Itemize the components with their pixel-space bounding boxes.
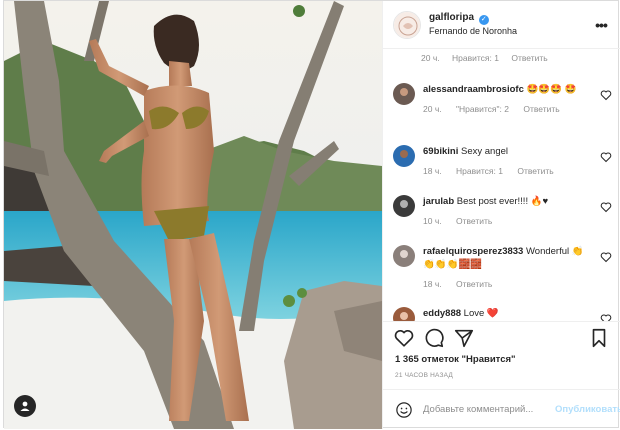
post-photo[interactable] <box>4 1 382 429</box>
comment-text: 🤩🤩🤩 🤩 <box>526 84 577 95</box>
bookmark-icon[interactable] <box>588 327 610 349</box>
post-side-panel: galfloripa ✓ Fernando de Noronha ••• 20 … <box>382 1 620 429</box>
comment-input[interactable] <box>423 404 555 415</box>
share-icon[interactable] <box>453 327 475 349</box>
post-comment-button[interactable]: Опубликовать <box>555 404 620 415</box>
commenter-avatar[interactable] <box>393 307 415 321</box>
previous-comment-meta: 20 ч. Нравится: 1 Ответить <box>421 53 558 63</box>
comment-item: rafaelquirosperez3833 Wonderful 👏👏👏👏🧱🧱 1… <box>393 245 612 291</box>
comment-time: 20 ч. <box>421 53 440 63</box>
post-location[interactable]: Fernando de Noronha <box>429 25 592 38</box>
comment-body: rafaelquirosperez3833 Wonderful 👏👏👏👏🧱🧱 1… <box>423 245 594 291</box>
comment-item: eddy888 Love ❤️ <box>393 307 612 321</box>
reply-button[interactable]: Ответить <box>456 216 492 226</box>
user-tag-button[interactable] <box>14 395 36 417</box>
post-dialog: galfloripa ✓ Fernando de Noronha ••• 20 … <box>3 0 620 429</box>
comment-item: jarulab Best post ever!!!! 🔥♥ 10 ч. Отве… <box>393 195 612 228</box>
comment-time: 18 ч. <box>423 166 442 176</box>
comment-likes-link[interactable]: "Нравится": 2 <box>456 104 509 114</box>
comment-heart-icon[interactable] <box>600 251 612 263</box>
smiley-icon[interactable] <box>395 401 413 419</box>
commenter-username[interactable]: rafaelquirosperez3833 <box>423 246 523 257</box>
avatar-image <box>394 11 420 38</box>
avatar-image <box>393 307 415 321</box>
comment-item: 69bikini Sexy angel 18 ч. Нравится: 1 От… <box>393 145 612 178</box>
author-avatar[interactable] <box>393 10 421 39</box>
comment-item: alessandraambrosiofc 🤩🤩🤩 🤩 20 ч. "Нравит… <box>393 83 612 116</box>
header-text: galfloripa ✓ Fernando de Noronha <box>429 11 592 38</box>
comment-heart-icon[interactable] <box>600 151 612 163</box>
comments-list[interactable]: 20 ч. Нравится: 1 Ответить alessandraamb… <box>383 49 620 321</box>
verified-badge-icon: ✓ <box>478 15 489 25</box>
avatar-image <box>393 83 415 105</box>
comment-heart-icon[interactable] <box>600 313 612 321</box>
comment-meta: 18 ч. Нравится: 1 Ответить <box>423 165 594 178</box>
commenter-username[interactable]: jarulab <box>423 196 454 207</box>
avatar-image <box>393 145 415 167</box>
reply-button[interactable]: Ответить <box>523 104 559 114</box>
commenter-avatar[interactable] <box>393 245 415 267</box>
comment-text: Best post ever!!!! 🔥♥ <box>456 196 549 207</box>
comment-heart-icon[interactable] <box>600 201 612 213</box>
comment-text: Sexy angel <box>461 146 509 157</box>
comment-time: 10 ч. <box>423 216 442 226</box>
comment-likes-link[interactable]: Нравится: 1 <box>452 53 499 63</box>
heart-icon[interactable] <box>393 327 415 349</box>
commenter-username[interactable]: alessandraambrosiofc <box>423 84 524 95</box>
comment-meta: 18 ч. Ответить <box>423 278 594 291</box>
comment-body: 69bikini Sexy angel 18 ч. Нравится: 1 От… <box>423 145 594 178</box>
action-bar <box>383 322 620 354</box>
likes-summary: 1 365 отметок "Нравится" <box>383 354 620 366</box>
commenter-username[interactable]: eddy888 <box>423 308 461 319</box>
comment-heart-icon[interactable] <box>600 89 612 101</box>
comment-text: Love ❤️ <box>463 308 499 319</box>
comment-body: jarulab Best post ever!!!! 🔥♥ 10 ч. Отве… <box>423 195 594 228</box>
author-username[interactable]: galfloripa <box>429 12 474 23</box>
commenter-avatar[interactable] <box>393 83 415 105</box>
likes-count: 1 365 отметок <box>395 354 459 365</box>
post-timestamp[interactable]: 21 ЧАСОВ НАЗАД <box>383 366 620 379</box>
photo-illustration <box>4 1 382 429</box>
comment-time: 20 ч. <box>423 104 442 114</box>
commenter-avatar[interactable] <box>393 195 415 217</box>
comment-likes-link[interactable]: Нравится: 1 <box>456 166 503 176</box>
avatar-image <box>393 195 415 217</box>
reply-button[interactable]: Ответить <box>511 53 547 63</box>
user-icon <box>20 401 30 411</box>
comment-body: eddy888 Love ❤️ <box>423 307 594 320</box>
post-actions-section: 1 365 отметок "Нравится" 21 ЧАСОВ НАЗАД <box>383 321 620 379</box>
commenter-avatar[interactable] <box>393 145 415 167</box>
post-header: galfloripa ✓ Fernando de Noronha ••• <box>383 1 620 49</box>
comment-body: alessandraambrosiofc 🤩🤩🤩 🤩 20 ч. "Нравит… <box>423 83 594 116</box>
comment-meta: 20 ч. "Нравится": 2 Ответить <box>423 103 594 116</box>
avatar-image <box>393 245 415 267</box>
comment-icon[interactable] <box>423 327 445 349</box>
reply-button[interactable]: Ответить <box>517 166 553 176</box>
comment-time: 18 ч. <box>423 279 442 289</box>
more-options-button[interactable]: ••• <box>592 17 610 33</box>
reply-button[interactable]: Ответить <box>456 279 492 289</box>
likes-link[interactable]: "Нравится" <box>462 354 516 365</box>
commenter-username[interactable]: 69bikini <box>423 146 458 157</box>
comment-meta: 10 ч. Ответить <box>423 215 594 228</box>
add-comment-bar: Опубликовать <box>383 389 620 429</box>
